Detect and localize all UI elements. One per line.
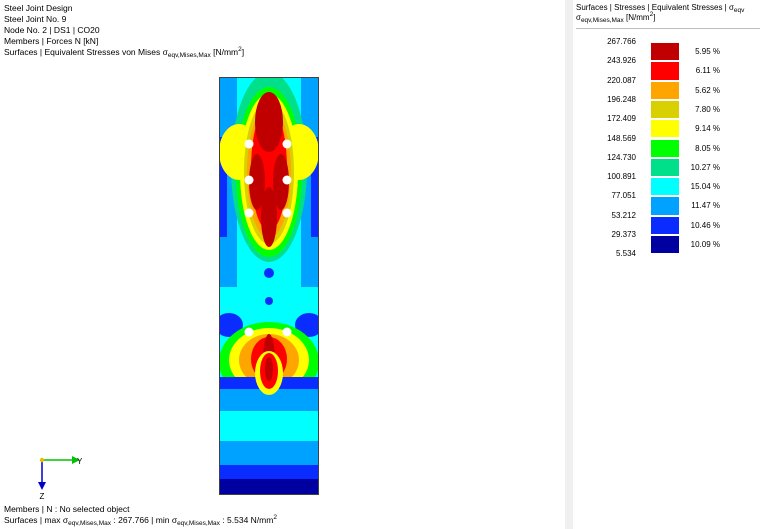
legend-band-percent: 10.09 % <box>690 240 720 249</box>
plate-stress-contour[interactable] <box>219 77 319 495</box>
legend-band-percent: 5.62 % <box>695 85 720 95</box>
legend-tick-label: 100.891 <box>607 172 636 182</box>
contour-max-bottom-stem <box>265 357 273 381</box>
legend-band-percent: 6.11 % <box>695 66 720 76</box>
legend-title: Surfaces | Stresses | Equivalent Stresse… <box>576 3 745 24</box>
contour-lightblue-band-bottom <box>219 441 319 465</box>
z-axis-arrow <box>38 482 46 490</box>
legend-color-swatch <box>650 61 680 81</box>
contour-mid-blue-spot-2 <box>265 297 273 305</box>
bolt-hole <box>282 327 292 337</box>
legend-band-percent: 5.95 % <box>695 47 720 56</box>
header-joint: Steel Joint No. 9 <box>4 14 67 24</box>
legend-tick-label: 29.373 <box>611 230 636 239</box>
contour-cyan-band-bottom <box>219 411 319 441</box>
header-node: Node No. 2 | DS1 | CO20 <box>4 25 100 35</box>
legend-color-swatch <box>650 215 680 235</box>
legend-color-swatch <box>650 99 680 120</box>
legend-tick-label: 77.051 <box>611 191 636 201</box>
legend-tick-label: 267.766 <box>607 37 636 46</box>
legend-color-swatch <box>650 196 680 216</box>
legend-tick-label: 5.534 <box>615 249 636 259</box>
bolt-hole <box>244 208 254 218</box>
legend-color-swatch <box>650 235 680 255</box>
legend-color-swatch <box>650 177 680 197</box>
result-header: Steel Joint Design Steel Joint No. 9 Nod… <box>4 3 245 59</box>
legend-color-swatch <box>650 42 680 62</box>
legend-tick-label: 124.730 <box>607 152 636 162</box>
header-surfaces: Surfaces | Equivalent Stresses von Mises… <box>4 46 245 59</box>
y-axis-label: Y <box>77 457 83 466</box>
legend-tick-label: 148.569 <box>607 133 636 143</box>
contour-mid-blue-spot <box>264 268 274 278</box>
bolt-hole <box>282 208 292 218</box>
contour-max-top <box>255 92 283 152</box>
z-axis-label: Z <box>40 492 45 501</box>
bolt-hole <box>282 175 292 185</box>
legend-tick-label: 196.248 <box>607 94 636 104</box>
legend-tick-label: 172.409 <box>607 114 636 124</box>
header-members: Members | Forces N [kN] <box>4 36 99 46</box>
legend-band-percent: 15.04 % <box>690 182 720 192</box>
bolt-hole <box>244 175 254 185</box>
legend-color-swatch <box>650 138 680 158</box>
coordinate-axes: Y Z <box>38 456 83 501</box>
legend-band-percent: 8.05 % <box>695 143 720 153</box>
legend-band-percent: 7.80 % <box>695 104 720 114</box>
legend-tick-label: 243.926 <box>607 56 636 66</box>
legend-tick-label: 220.087 <box>607 75 636 85</box>
legend-color-swatch <box>650 119 680 139</box>
legend-band-percent: 11.47 % <box>691 201 720 211</box>
legend-color-swatch <box>650 80 680 100</box>
origin-point <box>39 457 45 463</box>
bolt-hole <box>244 327 254 337</box>
header-title: Steel Joint Design <box>4 3 73 13</box>
legend-band-percent: 9.14 % <box>695 124 720 134</box>
footer-surfaces: Surfaces | max σeqv,Mises,Max : 267.766 … <box>4 514 277 527</box>
result-footer: Members | N : No selected object Surface… <box>4 504 277 527</box>
legend-panel: Surfaces | Stresses | Equivalent Stresse… <box>565 0 760 529</box>
legend-tick-label: 53.212 <box>611 210 636 220</box>
legend-color-swatch <box>650 157 680 178</box>
footer-members: Members | N : No selected object <box>4 504 130 514</box>
contour-darkblue-base <box>219 479 319 495</box>
contour-max-stem <box>261 187 277 247</box>
legend-band-percent: 10.27 % <box>690 162 720 172</box>
bolt-hole <box>282 139 292 149</box>
bolt-hole <box>244 139 254 149</box>
legend-divider <box>576 28 760 29</box>
legend-band-percent: 10.46 % <box>690 220 720 230</box>
